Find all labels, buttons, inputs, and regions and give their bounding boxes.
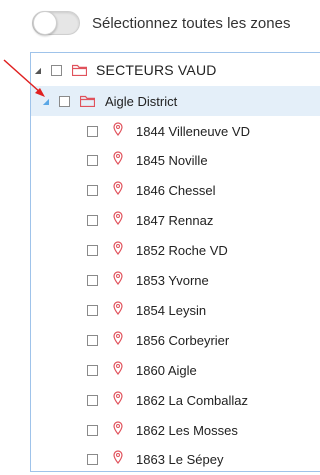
tree-leaf-item[interactable]: 1845 Noville [31, 146, 320, 176]
tree-leaf-label: 1862 La Comballaz [136, 392, 249, 408]
location-pin-icon [113, 211, 123, 230]
location-pin-icon [113, 181, 123, 200]
select-all-label: Sélectionnez toutes les zones [92, 14, 291, 32]
checkbox[interactable] [87, 215, 98, 227]
tree-leaf-label: 1863 Le Sépey [136, 452, 224, 468]
checkbox[interactable] [87, 185, 98, 197]
location-pin-icon [113, 450, 123, 469]
tree-leaf-item[interactable]: 1856 Corbeyrier [31, 325, 320, 355]
tree-leaf-item[interactable]: 1854 Leysin [31, 295, 320, 325]
tree-leaf-label: 1853 Yvorne [136, 273, 209, 288]
checkbox[interactable] [87, 364, 98, 376]
location-pin-icon [113, 271, 123, 290]
tree-leaf-label: 1856 Corbeyrier [136, 332, 230, 348]
tree-leaf-item[interactable]: 1862 Les Mosses [31, 415, 320, 445]
annotation-arrow-icon [3, 59, 45, 97]
tree-leaf-label: 1846 Chessel [136, 183, 216, 199]
location-pin-icon [113, 361, 123, 380]
tree-node-label: Aigle District [105, 93, 178, 109]
location-pin-icon [113, 420, 123, 440]
checkbox[interactable] [87, 394, 98, 406]
checkbox[interactable] [87, 245, 98, 257]
tree-leaf-item[interactable]: 1844 Villeneuve VD [31, 116, 320, 146]
tree-leaf-label: 1844 Villeneuve VD [136, 123, 250, 139]
location-pin-icon [113, 121, 123, 141]
tree-leaf-label: 1845 Noville [136, 153, 208, 169]
tree-leaf-label: 1852 Roche VD [136, 243, 228, 259]
checkbox[interactable] [87, 334, 98, 346]
location-pin-icon [113, 391, 123, 410]
tree-leaf-item[interactable]: 1846 Chessel [31, 176, 320, 206]
checkbox[interactable] [87, 424, 98, 436]
tree-node-label: SECTEURS VAUD [96, 62, 217, 78]
checkbox[interactable] [87, 304, 98, 316]
location-pin-icon [113, 151, 123, 170]
tree-leaf-item[interactable]: 1847 Rennaz [31, 206, 320, 236]
checkbox[interactable] [87, 275, 98, 286]
checkbox[interactable] [87, 454, 98, 466]
tree-leaf-item[interactable]: 1852 Roche VD [31, 236, 320, 266]
tree-leaf-item[interactable]: 1862 La Comballaz [31, 385, 320, 415]
location-pin-icon [113, 301, 123, 320]
location-pin-icon [113, 331, 123, 350]
tree-leaf-label: 1854 Leysin [136, 302, 207, 318]
tree-leaf-label: 1860 Aigle [136, 362, 197, 378]
tree-leaf-item[interactable]: 1853 Yvorne [31, 266, 320, 296]
checkbox[interactable] [87, 155, 98, 167]
tree-leaf-label: 1847 Rennaz [136, 213, 214, 229]
folder-icon [80, 95, 95, 107]
tree-leaf-item[interactable]: 1863 Le Sépey [31, 445, 320, 475]
location-pin-icon [113, 241, 123, 260]
tree-leaf-label: 1862 Les Mosses [136, 422, 238, 438]
checkbox[interactable] [87, 125, 98, 137]
zone-tree: ◢ SECTEURS VAUD ◢ Aigle District 1844 Vi… [30, 52, 320, 472]
tree-leaf-item[interactable]: 1860 Aigle [31, 355, 320, 385]
